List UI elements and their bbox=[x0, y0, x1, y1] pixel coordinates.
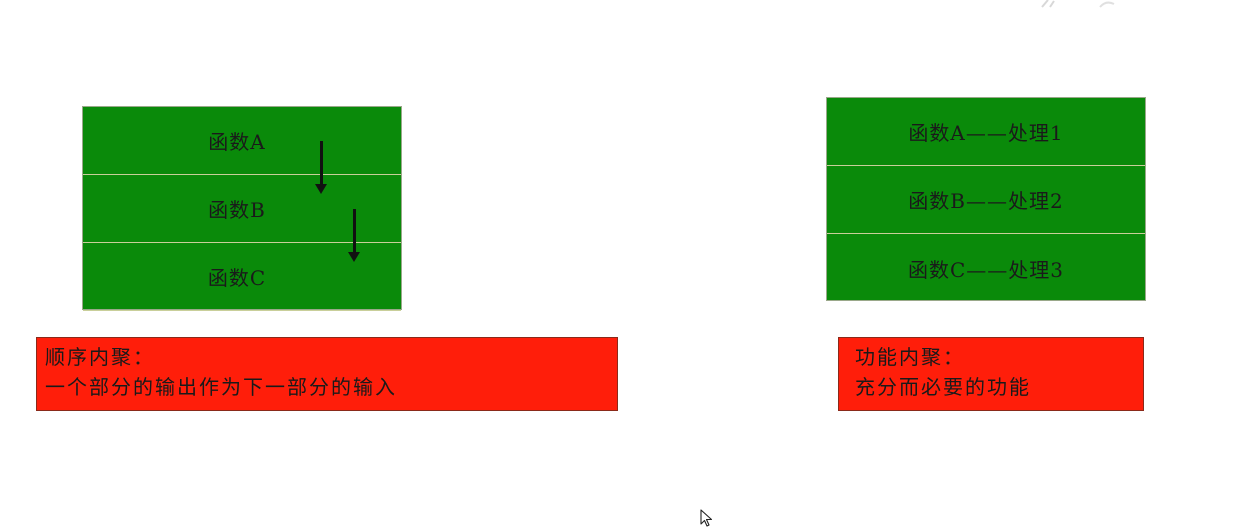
sequential-cohesion-note: 顺序内聚： 一个部分的输出作为下一部分的输入 bbox=[36, 337, 618, 411]
note-description: 充分而必要的功能 bbox=[855, 375, 1031, 399]
stack-row-c: 函数C——处理3 bbox=[827, 234, 1145, 302]
cursor-icon bbox=[700, 509, 713, 527]
down-arrow-icon bbox=[315, 141, 327, 194]
stack-row-label: 函数C bbox=[207, 266, 267, 290]
stack-row-label: 函数C——处理3 bbox=[907, 257, 1065, 282]
note-title: 顺序内聚： bbox=[45, 345, 155, 369]
stack-row-label: 函数A bbox=[208, 130, 266, 154]
stack-row-label: 函数B——处理2 bbox=[908, 189, 1064, 213]
stack-row-a: 函数A bbox=[83, 107, 401, 175]
down-arrow-icon bbox=[348, 209, 360, 262]
functional-cohesion-stack: 函数A——处理1 函数B——处理2 函数C——处理3 bbox=[826, 97, 1146, 301]
stack-row-label: 函数A——处理1 bbox=[908, 121, 1064, 145]
sequential-cohesion-stack: 函数A 函数B 函数C bbox=[82, 106, 402, 311]
stack-row-b: 函数B——处理2 bbox=[827, 166, 1145, 234]
note-description: 一个部分的输出作为下一部分的输入 bbox=[45, 375, 397, 399]
note-title: 功能内聚： bbox=[855, 345, 965, 369]
functional-cohesion-note: 功能内聚： 充分而必要的功能 bbox=[838, 337, 1144, 411]
stack-row-label: 函数B bbox=[208, 198, 266, 222]
corner-artifact bbox=[1041, 0, 1115, 8]
stack-row-a: 函数A——处理1 bbox=[827, 98, 1145, 166]
